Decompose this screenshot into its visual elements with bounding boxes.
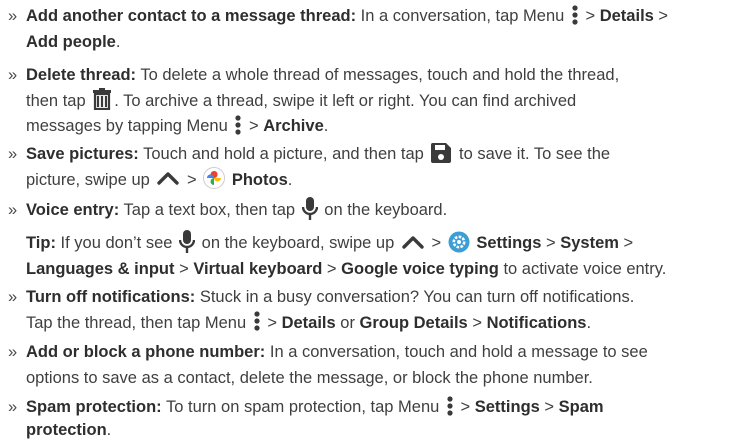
item-title: Add another contact to a message thread: [26,7,357,25]
menu-dots-icon [572,5,578,25]
menu-dots-icon [235,115,241,135]
list-item-add-contact: » Add another contact to a message thread… [0,4,736,55]
settings-app-icon [448,231,470,253]
list-item-block-number: » Add or block a phone number: In a conve… [0,340,736,391]
help-page: » Add another contact to a message thread… [0,0,740,439]
list-item-spam-protection: » Spam protection: To turn on spam protec… [0,395,736,443]
bullet: » [8,343,18,361]
item-title: Voice entry: [26,201,120,219]
tip-block: Tip: If you don’t see on the keyboard, s… [26,229,740,282]
bullet: » [8,66,18,84]
list-item-turn-off-notifications: » Turn off notifications: Stuck in a busy… [0,285,736,336]
menu-dots-icon [254,311,260,331]
save-icon [431,142,452,163]
tip-title: Tip: [26,234,56,252]
swipe-up-chevron-icon [402,235,424,249]
list-item-voice-entry: » Voice entry: Tap a text box, then tap o… [0,196,736,224]
microphone-icon [301,196,318,220]
swipe-up-chevron-icon [157,172,180,185]
item-title: Turn off notifications: [26,288,196,306]
bullet: » [8,7,18,25]
item-title: Delete thread: [26,66,137,84]
item-title: Save pictures: [26,145,139,163]
menu-dots-icon [447,396,453,416]
trash-icon [93,88,112,111]
list-item-save-pictures: » Save pictures: Touch and hold a picture… [0,142,736,193]
photos-app-icon [203,167,226,190]
microphone-icon [179,229,196,253]
item-title: Add or block a phone number: [26,343,266,361]
bullet: » [8,398,18,416]
bullet: » [8,201,18,219]
bullet: » [8,145,18,163]
item-title: Spam protection: [26,398,162,416]
list-item-delete-thread: » Delete thread: To delete a whole thread… [0,63,736,140]
bullet: » [8,288,18,306]
